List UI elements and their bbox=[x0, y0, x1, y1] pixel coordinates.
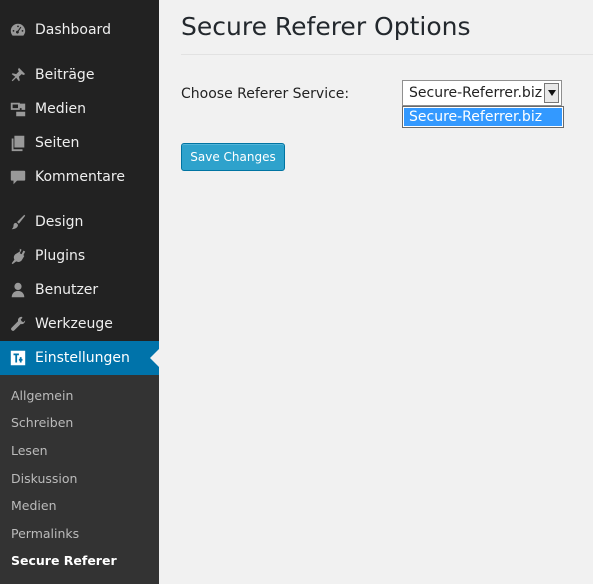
sidebar-item-benutzer[interactable]: Benutzer bbox=[0, 273, 159, 307]
submenu-item-diskussion[interactable]: Diskussion bbox=[11, 471, 77, 486]
media-icon bbox=[8, 99, 28, 119]
sidebar-item-seiten[interactable]: Seiten bbox=[0, 126, 159, 160]
sidebar-item-plugins[interactable]: Plugins bbox=[0, 239, 159, 273]
settings-icon bbox=[8, 348, 28, 368]
sidebar-item-label: Benutzer bbox=[35, 282, 99, 298]
sidebar-item-dashboard[interactable]: Dashboard bbox=[0, 13, 159, 47]
sidebar-item-label: Beiträge bbox=[35, 67, 95, 83]
sidebar-item-medien[interactable]: Medien bbox=[0, 92, 159, 126]
pin-icon bbox=[8, 65, 28, 85]
sidebar-item-beitraege[interactable]: Beiträge bbox=[0, 58, 159, 92]
submenu-item-permalinks[interactable]: Permalinks bbox=[11, 526, 79, 541]
dashboard-icon bbox=[8, 20, 28, 40]
sidebar-item-kommentare[interactable]: Kommentare bbox=[0, 160, 159, 194]
sidebar-item-label: Kommentare bbox=[35, 169, 125, 185]
sidebar-item-label: Dashboard bbox=[35, 22, 111, 38]
sidebar-item-design[interactable]: Design bbox=[0, 205, 159, 239]
sidebar-item-label: Design bbox=[35, 214, 84, 230]
chevron-down-icon[interactable] bbox=[544, 83, 559, 103]
brush-icon bbox=[8, 212, 28, 232]
admin-sidebar: Dashboard Beiträge Medien Seiten Komment… bbox=[0, 0, 159, 584]
sidebar-item-label: Einstellungen bbox=[35, 350, 130, 366]
title-divider bbox=[181, 54, 593, 55]
sidebar-item-einstellungen[interactable]: Einstellungen bbox=[0, 341, 159, 375]
referer-service-label: Choose Referer Service: bbox=[181, 86, 350, 102]
sidebar-item-label: Medien bbox=[35, 101, 86, 117]
select-option[interactable]: Secure-Referrer.biz bbox=[404, 108, 562, 126]
submenu-item-schreiben[interactable]: Schreiben bbox=[11, 415, 73, 430]
referer-service-select[interactable]: Secure-Referrer.biz bbox=[402, 80, 562, 106]
submenu-item-secure-referer[interactable]: Secure Referer bbox=[11, 553, 117, 568]
submenu-item-allgemein[interactable]: Allgemein bbox=[11, 388, 73, 403]
page-title: Secure Referer Options bbox=[181, 12, 471, 41]
sidebar-item-werkzeuge[interactable]: Werkzeuge bbox=[0, 307, 159, 341]
settings-submenu: Allgemein Schreiben Lesen Diskussion Med… bbox=[0, 375, 159, 584]
select-dropdown-list: Secure-Referrer.biz bbox=[402, 106, 564, 128]
select-current-value: Secure-Referrer.biz bbox=[409, 85, 543, 101]
plugin-icon bbox=[8, 246, 28, 266]
user-icon bbox=[8, 280, 28, 300]
wrench-icon bbox=[8, 314, 28, 334]
save-changes-button[interactable]: Save Changes bbox=[181, 143, 285, 171]
active-indicator-arrow bbox=[150, 349, 159, 367]
submenu-item-medien[interactable]: Medien bbox=[11, 498, 57, 513]
sidebar-item-label: Werkzeuge bbox=[35, 316, 113, 332]
submenu-item-lesen[interactable]: Lesen bbox=[11, 443, 48, 458]
comment-icon bbox=[8, 167, 28, 187]
sidebar-item-label: Seiten bbox=[35, 135, 80, 151]
pages-icon bbox=[8, 133, 28, 153]
sidebar-item-label: Plugins bbox=[35, 248, 86, 264]
